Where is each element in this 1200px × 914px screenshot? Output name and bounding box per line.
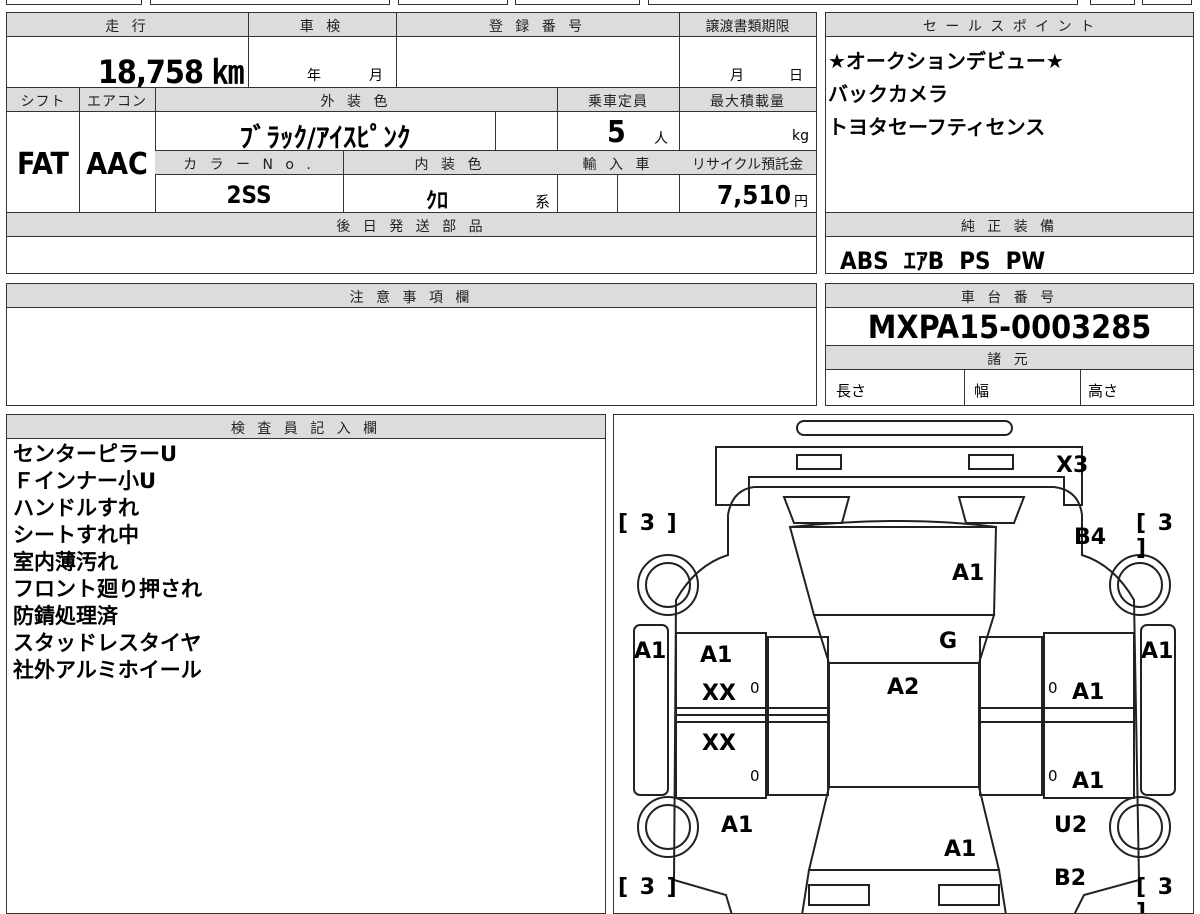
interior-color-suffix: 系 [535,193,551,211]
vehicle-info-table: 走 行 車 検 登 録 番 号 譲渡書類期限 18,758 ㎞ 年 月 月 日 … [6,12,817,274]
recycle-unit: 円 [794,194,808,210]
label-color-no: カ ラ ー N o . [183,157,315,173]
sales-point-item: ★オークションデビュー★ [828,49,1064,73]
label-aircon: エアコン [87,94,147,110]
mark-front-left-door: A1 [700,643,733,668]
label-transfer-deadline: 譲渡書類期限 [705,19,790,35]
interior-color-value: ｸﾛ [425,189,448,214]
inspection-month: 月 [369,68,383,84]
tire-rear-right: [ 3 ] [1136,875,1176,914]
mark-rear-left-zero: 0 [750,767,760,785]
mark-rear-left-door-xx: XX [702,731,736,756]
inspector-note: フロント廻り押され [13,577,202,601]
label-length: 長さ [836,382,867,400]
label-inspection: 車 検 [299,19,345,35]
label-width: 幅 [974,382,990,400]
inspector-note: 室内薄汚れ [13,550,118,574]
shift-value: FAT [17,147,69,182]
mark-trunk: A1 [944,837,977,862]
top-strip [0,0,1200,6]
mark-right-front: B4 [1074,525,1107,550]
mark-roof: A2 [887,675,920,700]
tire-front-right: [ 3 ] [1136,511,1176,561]
tire-front-left: [ 3 ] [618,511,679,536]
mark-front-right-zero: 0 [1048,679,1058,697]
inspector-note: シートすれ中 [13,523,139,547]
sales-point-box: セ ー ル ス ポ イ ン ト ★オークションデビュー★ バックカメラ トヨタセ… [825,12,1194,275]
recycle-value: 7,510 [717,181,791,211]
sales-point-item: トヨタセーフティセンス [828,115,1046,139]
label-interior-color: 内 装 色 [414,157,486,173]
label-genuine-equipment: 純 正 装 備 [960,219,1059,235]
label-recycle: リサイクル預託金 [691,157,804,173]
label-later-parts: 後 日 発 送 部 品 [336,219,487,235]
label-specs: 諸 元 [987,352,1032,368]
label-sales-point: セ ー ル ス ポ イ ン ト [922,19,1097,35]
label-shift: シフト [20,94,66,110]
mark-right-quarter: U2 [1054,813,1088,838]
label-chassis-no: 車 台 番 号 [960,290,1059,306]
mark-front-right-door: A1 [1072,680,1105,705]
mark-right-rear: B2 [1054,866,1087,891]
tire-rear-left: [ 3 ] [618,875,679,900]
max-load-unit: kg [792,128,809,144]
car-diagram: [ 3 ] [ 3 ] [ 3 ] [ 3 ] X3 B4 A1 G A1 A1… [613,414,1194,914]
inspector-note: 社外アルミホイール [13,658,202,682]
label-caution: 注 意 事 項 欄 [349,290,474,306]
caution-box: 注 意 事 項 欄 [6,283,817,406]
label-max-load: 最大積載量 [710,94,785,110]
inspector-notes-list: センターピラーU Ｆインナー小U ハンドルすれ シートすれ中 室内薄汚れ フロン… [13,441,202,684]
label-registration: 登 録 番 号 [488,19,587,35]
color-no-value: 2SS [226,181,272,209]
mark-left-quarter: A1 [721,813,754,838]
label-exterior-color: 外 装 色 [320,94,392,110]
inspector-note: センターピラーU [13,442,178,466]
inspector-note: スタッドレスタイヤ [13,631,202,655]
inspector-box: 検 査 員 記 入 欄 センターピラーU Ｆインナー小U ハンドルすれ シートす… [6,414,606,914]
mark-rear-right-door: A1 [1072,769,1105,794]
inspector-note: 防錆処理済 [13,604,118,628]
chassis-no-value: MXPA15-0003285 [867,308,1152,346]
mark-right-fender: A1 [1141,639,1174,664]
genuine-equipment-value: ABS ｴｱB PS PW [840,247,1046,275]
inspector-note: ハンドルすれ [13,496,139,520]
deadline-day: 日 [789,68,803,84]
label-import: 輸 入 車 [582,157,654,173]
inspection-year: 年 [307,68,321,84]
label-height: 高さ [1088,382,1119,400]
sales-points-list: ★オークションデビュー★ バックカメラ トヨタセーフティセンス [828,45,1064,144]
label-mileage: 走 行 [105,19,150,35]
mark-windshield: G [939,629,958,654]
label-inspector: 検 査 員 記 入 欄 [230,421,382,437]
mark-front-left-zero: 0 [750,679,760,697]
capacity-value: 5 [607,115,626,150]
mark-hood: A1 [952,561,985,586]
mark-left-fender: A1 [634,639,667,664]
chassis-box: 車 台 番 号 MXPA15-0003285 諸 元 長さ 幅 高さ [825,283,1194,406]
mark-front-left-door-xx: XX [702,681,736,706]
aircon-value: AAC [86,147,148,182]
capacity-unit: 人 [654,131,668,147]
label-capacity: 乗車定員 [588,94,648,110]
deadline-month: 月 [730,68,744,84]
sales-point-item: バックカメラ [828,82,948,106]
mark-front-bumper: X3 [1056,453,1089,478]
mark-rear-right-zero: 0 [1048,767,1058,785]
inspector-note: Ｆインナー小U [13,469,157,493]
